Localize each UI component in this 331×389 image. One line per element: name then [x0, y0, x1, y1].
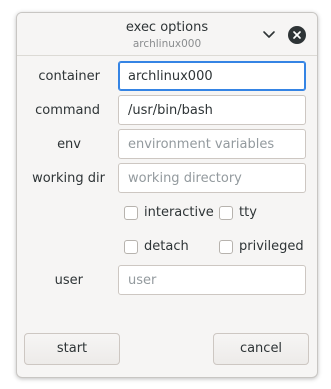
- working-dir-input[interactable]: [118, 163, 306, 193]
- working-dir-label: working dir: [32, 171, 105, 186]
- user-label: user: [54, 273, 83, 288]
- env-label: env: [57, 137, 81, 152]
- interactive-label[interactable]: interactive: [144, 205, 214, 220]
- privileged-checkbox[interactable]: [219, 240, 233, 254]
- tty-checkbox[interactable]: [219, 206, 233, 220]
- titlebar[interactable]: exec options archlinux000: [17, 13, 317, 56]
- detach-label[interactable]: detach: [144, 239, 189, 254]
- exec-options-dialog: exec options archlinux000 container comm…: [16, 12, 318, 378]
- user-input[interactable]: [118, 265, 306, 295]
- close-icon[interactable]: [288, 26, 306, 44]
- chevron-down-icon[interactable]: [261, 26, 277, 42]
- interactive-checkbox[interactable]: [124, 206, 138, 220]
- cancel-button[interactable]: cancel: [213, 333, 309, 365]
- detach-checkbox[interactable]: [124, 240, 138, 254]
- container-label: container: [38, 69, 100, 84]
- start-button[interactable]: start: [24, 333, 120, 365]
- privileged-label[interactable]: privileged: [239, 239, 304, 254]
- close-x-glyph: [293, 31, 301, 39]
- command-label: command: [35, 103, 100, 118]
- container-input[interactable]: [118, 61, 306, 91]
- tty-label[interactable]: tty: [239, 205, 257, 220]
- env-input[interactable]: [118, 129, 306, 159]
- titlebar-divider: [17, 55, 317, 56]
- command-input[interactable]: [118, 95, 306, 125]
